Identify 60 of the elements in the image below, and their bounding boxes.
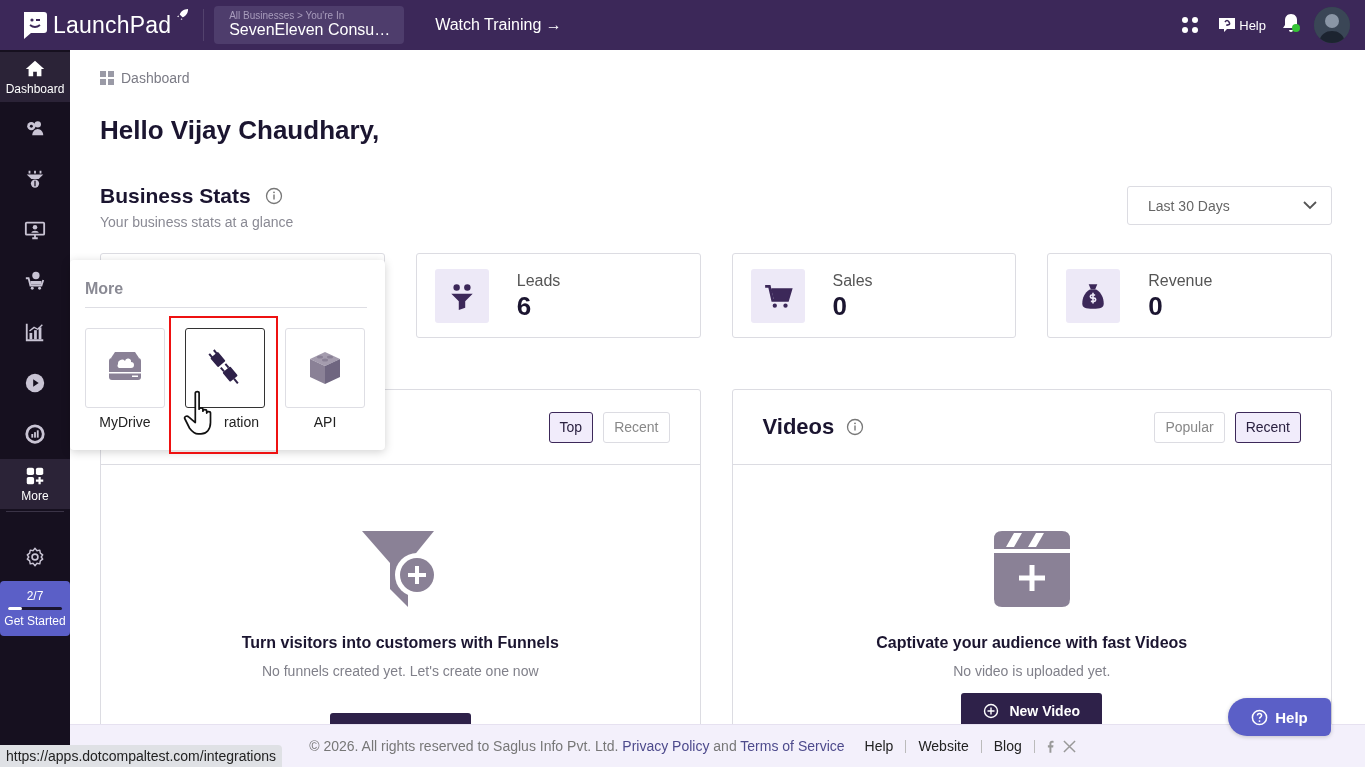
empty-state-text: No video is uploaded yet. — [953, 662, 1111, 681]
settings-icon — [24, 545, 46, 568]
info-icon — [264, 187, 283, 205]
plus-circle-icon — [983, 703, 1000, 719]
status-url: https://apps.dotcompaltest.com/integrations — [6, 748, 277, 764]
terms-link[interactable]: Terms of Service — [740, 738, 845, 754]
sidebar-item[interactable]: More — [0, 459, 70, 509]
help-icon — [1251, 708, 1269, 726]
empty-state-title: Captivate your audience with fast Videos — [876, 633, 1188, 653]
business-name: SevenEleven Consu… — [229, 21, 391, 39]
apps-icon[interactable] — [1181, 16, 1200, 34]
watch-training-link[interactable]: Watch Training → — [435, 16, 562, 34]
popup-title: More — [85, 279, 124, 299]
brand-name: LaunchPad — [53, 11, 172, 39]
empty-state-title: Turn visitors into customers with Funnels — [241, 633, 559, 653]
selector-caption: All Businesses > You're In — [229, 11, 345, 22]
help-icon — [1218, 16, 1237, 34]
section-subtitle: Your business stats at a glance — [100, 213, 294, 231]
stat-label: Leads — [516, 270, 561, 291]
gauge-icon — [24, 422, 46, 445]
create-button[interactable]: New Video — [961, 693, 1103, 724]
clapperboard-plus-icon — [991, 529, 1072, 609]
grid-plus-icon — [24, 465, 46, 487]
footer-link[interactable]: Website — [905, 739, 981, 753]
empty-state-text: No funnels created yet. Let's create one now — [261, 662, 539, 681]
stat-value: 0 — [1148, 290, 1164, 321]
rocket-icon — [176, 8, 190, 21]
info-icon — [846, 418, 865, 436]
filter-tab[interactable]: Top — [548, 411, 594, 443]
period-dropdown[interactable]: Last 30 Days — [1127, 186, 1332, 225]
bell-icon[interactable] — [1282, 13, 1300, 33]
panel-title: Videos — [762, 414, 835, 440]
filter-tab[interactable]: Popular — [1154, 411, 1225, 443]
greeting: Hello Vijay Chaudhary, — [100, 114, 381, 146]
filter-tab[interactable]: Recent — [1234, 411, 1301, 443]
stat-label: Revenue — [1148, 270, 1213, 291]
play-icon — [24, 371, 46, 394]
copyright-text: © 2026. All rights reserved to Saglus Info Pvt. Ltd. Privacy Policy and Terms of Service — [309, 738, 845, 754]
business-selector[interactable]: All Businesses > You're In SevenEleven Consu… — [214, 6, 405, 44]
logo-icon — [22, 10, 48, 40]
footer-link[interactable]: Blog — [980, 739, 1034, 753]
progress-count: 2/7 — [26, 589, 44, 603]
sidebar-item[interactable]: Dashboard — [0, 52, 70, 102]
get-started-card[interactable]: 2/7 Get Started — [0, 581, 70, 636]
avatar[interactable] — [1314, 7, 1350, 43]
filter-tab[interactable]: Recent — [603, 411, 670, 443]
privacy-policy-link[interactable]: Privacy Policy — [622, 738, 710, 754]
section-title: Business Stats — [100, 183, 251, 209]
stat-value: 0 — [832, 290, 848, 321]
dashboard-grid-icon — [100, 71, 114, 85]
footer-link[interactable]: Help — [844, 739, 906, 753]
chevron-down-icon — [1303, 201, 1317, 210]
breadcrumb[interactable]: Dashboard — [121, 70, 190, 86]
get-started-label: Get Started — [4, 614, 66, 628]
cart-icon — [24, 269, 46, 292]
help-link[interactable]: Help — [1218, 16, 1266, 34]
stat-label: Sales — [832, 270, 873, 291]
help-button[interactable]: Help — [1228, 698, 1331, 736]
progress-track — [8, 607, 62, 610]
stat-value: 6 — [516, 290, 533, 321]
